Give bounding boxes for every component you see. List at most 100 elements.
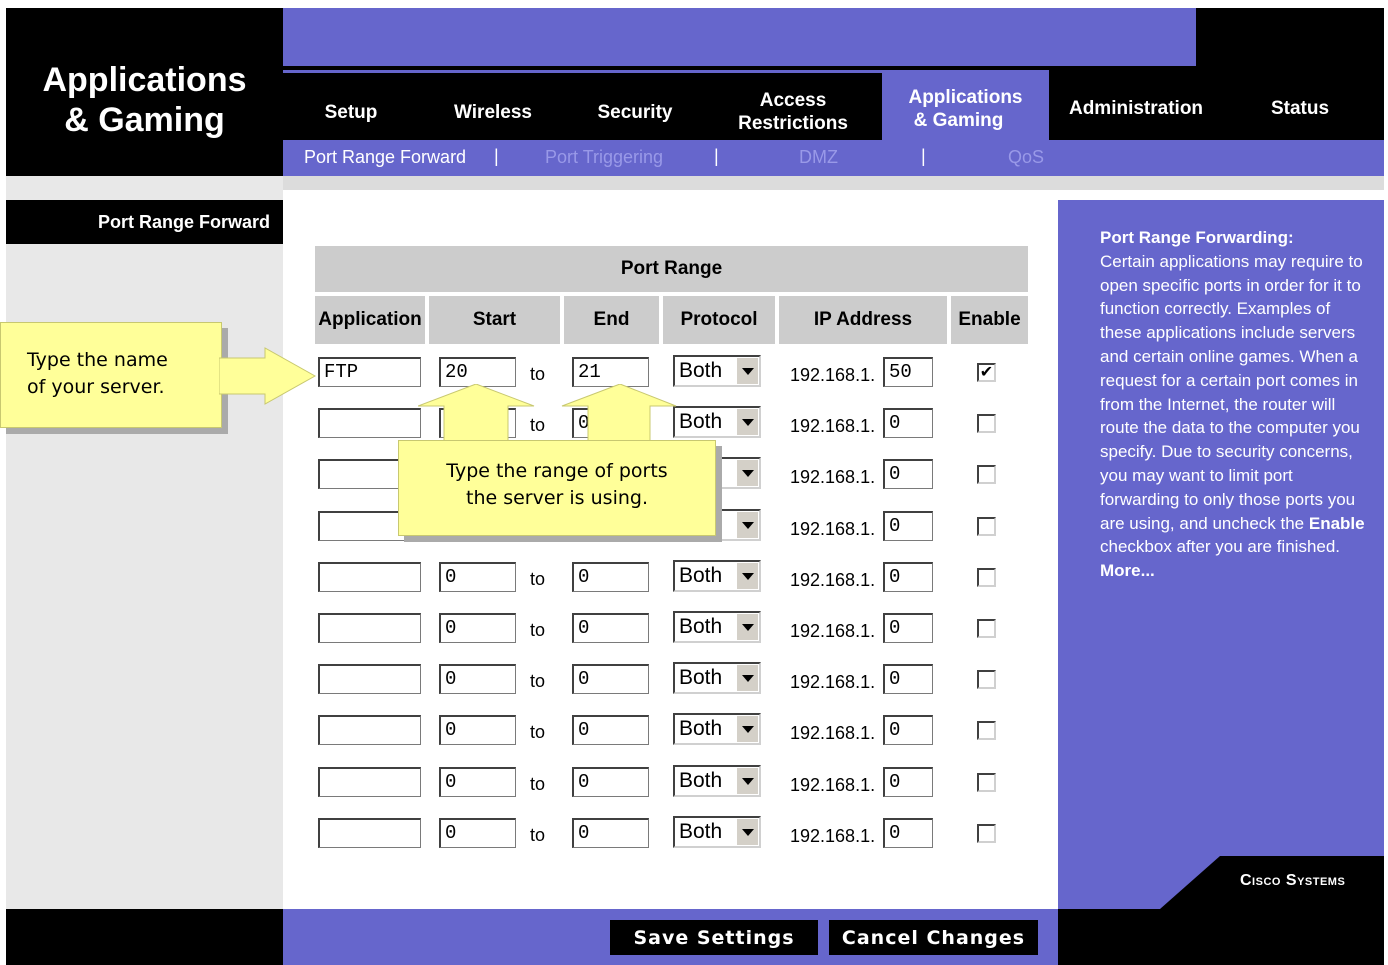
protocol-select[interactable]: Both (673, 406, 761, 439)
tab-security[interactable]: Security (585, 101, 685, 124)
enable-checkbox[interactable]: ✔ (977, 363, 996, 382)
start-port-input[interactable]: 0 (439, 561, 516, 592)
enable-checkbox[interactable] (977, 823, 996, 843)
enable-checkbox[interactable] (977, 619, 996, 638)
end-port-input[interactable]: 21 (572, 357, 649, 387)
enable-checkbox[interactable] (977, 516, 996, 536)
application-name-input[interactable] (318, 715, 421, 746)
chevron-down-icon[interactable] (736, 409, 758, 436)
tab-applications-gaming[interactable]: Applications & Gaming (882, 70, 1049, 140)
ip-prefix-label: 192.168.1. (790, 672, 876, 693)
protocol-select[interactable]: Both (673, 662, 761, 695)
tab-access-restrictions[interactable]: Access Restrictions (718, 89, 868, 135)
chevron-down-icon[interactable] (736, 665, 758, 692)
end-port-input[interactable]: 0 (572, 561, 649, 592)
ip-last-octet-input[interactable]: 0 (883, 561, 933, 592)
ip-last-octet-input[interactable]: 0 (883, 459, 933, 490)
subtab-port-range-forward[interactable]: Port Range Forward (304, 146, 466, 168)
end-port-input[interactable]: 0 (572, 664, 649, 695)
footer-left (6, 909, 283, 965)
subtab-port-triggering[interactable]: Port Triggering (545, 146, 663, 168)
ip-prefix-label: 192.168.1. (790, 416, 876, 437)
name-callout-arrow (219, 347, 317, 405)
help-more-link[interactable]: More... (1100, 561, 1155, 580)
ip-prefix-label: 192.168.1. (790, 365, 876, 385)
application-name-input[interactable] (318, 766, 421, 797)
chevron-down-icon[interactable] (736, 511, 758, 538)
protocol-select[interactable]: Both (673, 815, 761, 848)
chevron-down-icon[interactable] (736, 614, 758, 640)
section-label: Port Range Forward (6, 200, 283, 244)
enable-checkbox[interactable] (977, 414, 996, 434)
end-port-input[interactable]: 0 (572, 715, 649, 746)
ip-last-octet-input[interactable]: 50 (883, 357, 933, 387)
ip-last-octet-input[interactable]: 0 (883, 817, 933, 848)
nav-divider (283, 70, 883, 73)
enable-checkbox[interactable] (977, 465, 996, 485)
start-port-input[interactable]: 0 (439, 613, 516, 643)
application-name-input[interactable] (318, 561, 421, 592)
protocol-select[interactable]: Both (673, 559, 761, 592)
to-label: to (530, 671, 546, 692)
protocol-select[interactable]: Both (673, 355, 761, 387)
cancel-changes-button[interactable]: Cancel Changes (829, 920, 1038, 955)
protocol-select[interactable]: Both (673, 764, 761, 797)
ip-last-octet-input[interactable]: 0 (883, 766, 933, 797)
enable-checkbox[interactable] (977, 567, 996, 587)
chevron-down-icon[interactable] (736, 767, 758, 794)
subnav-separator: | (494, 146, 499, 166)
ip-last-octet-input[interactable]: 0 (883, 664, 933, 695)
end-port-input[interactable]: 0 (572, 766, 649, 797)
name-callout: Type the name of your server. (0, 322, 222, 428)
protocol-value: Both (679, 819, 723, 843)
column-header-enable: Enable (951, 296, 1028, 344)
chevron-down-icon[interactable] (736, 460, 758, 487)
ip-last-octet-input[interactable]: 0 (883, 715, 933, 746)
ip-prefix-label: 192.168.1. (790, 569, 876, 590)
application-name-input[interactable] (318, 664, 421, 695)
application-name-input[interactable] (318, 408, 421, 439)
tab-administration[interactable]: Administration (1058, 97, 1214, 120)
start-port-input[interactable]: 0 (439, 664, 516, 695)
protocol-value: Both (679, 717, 723, 741)
main-nav: Setup Wireless Security Access Restrictio… (283, 66, 1384, 140)
application-name-input[interactable] (318, 613, 421, 643)
protocol-select[interactable]: Both (673, 611, 761, 643)
sub-nav: Port Range Forward | Port Triggering | D… (283, 140, 1384, 176)
save-settings-button[interactable]: Save Settings (610, 920, 818, 955)
ip-last-octet-input[interactable]: 0 (883, 613, 933, 643)
ip-prefix-label: 192.168.1. (790, 518, 876, 539)
start-port-input[interactable]: 0 (439, 715, 516, 746)
help-bold-word: Enable (1308, 513, 1365, 533)
ip-last-octet-input[interactable]: 0 (883, 510, 933, 541)
to-label: to (530, 722, 546, 743)
start-port-input[interactable]: 20 (439, 357, 516, 387)
start-port-input[interactable]: 0 (439, 817, 516, 848)
chevron-down-icon[interactable] (736, 716, 758, 743)
start-port-input[interactable]: 0 (439, 766, 516, 797)
chevron-down-icon[interactable] (736, 358, 758, 384)
end-port-input[interactable]: 0 (572, 817, 649, 848)
to-label: to (530, 773, 546, 794)
application-name-input[interactable]: FTP (318, 357, 421, 387)
protocol-select[interactable]: Both (673, 713, 761, 746)
tab-status[interactable]: Status (1253, 97, 1347, 120)
ip-prefix-label: 192.168.1. (790, 467, 876, 488)
subnav-separator: | (921, 146, 926, 166)
column-header-protocol: Protocol (663, 296, 775, 344)
tab-wireless[interactable]: Wireless (443, 101, 543, 124)
tab-setup[interactable]: Setup (305, 101, 397, 124)
application-name-input[interactable] (318, 817, 421, 848)
end-port-input[interactable]: 0 (572, 613, 649, 643)
range-callout: Type the range of ports the server is us… (398, 440, 716, 536)
ip-prefix-label: 192.168.1. (790, 774, 876, 795)
enable-checkbox[interactable] (977, 772, 996, 792)
chevron-down-icon[interactable] (736, 562, 758, 589)
enable-checkbox[interactable] (977, 721, 996, 741)
chevron-down-icon[interactable] (736, 818, 758, 845)
subtab-dmz[interactable]: DMZ (799, 146, 838, 168)
ip-last-octet-input[interactable]: 0 (883, 408, 933, 439)
cisco-logo-text: Cisco Systems (1240, 872, 1346, 889)
enable-checkbox[interactable] (977, 670, 996, 690)
subtab-qos[interactable]: QoS (1008, 146, 1044, 168)
